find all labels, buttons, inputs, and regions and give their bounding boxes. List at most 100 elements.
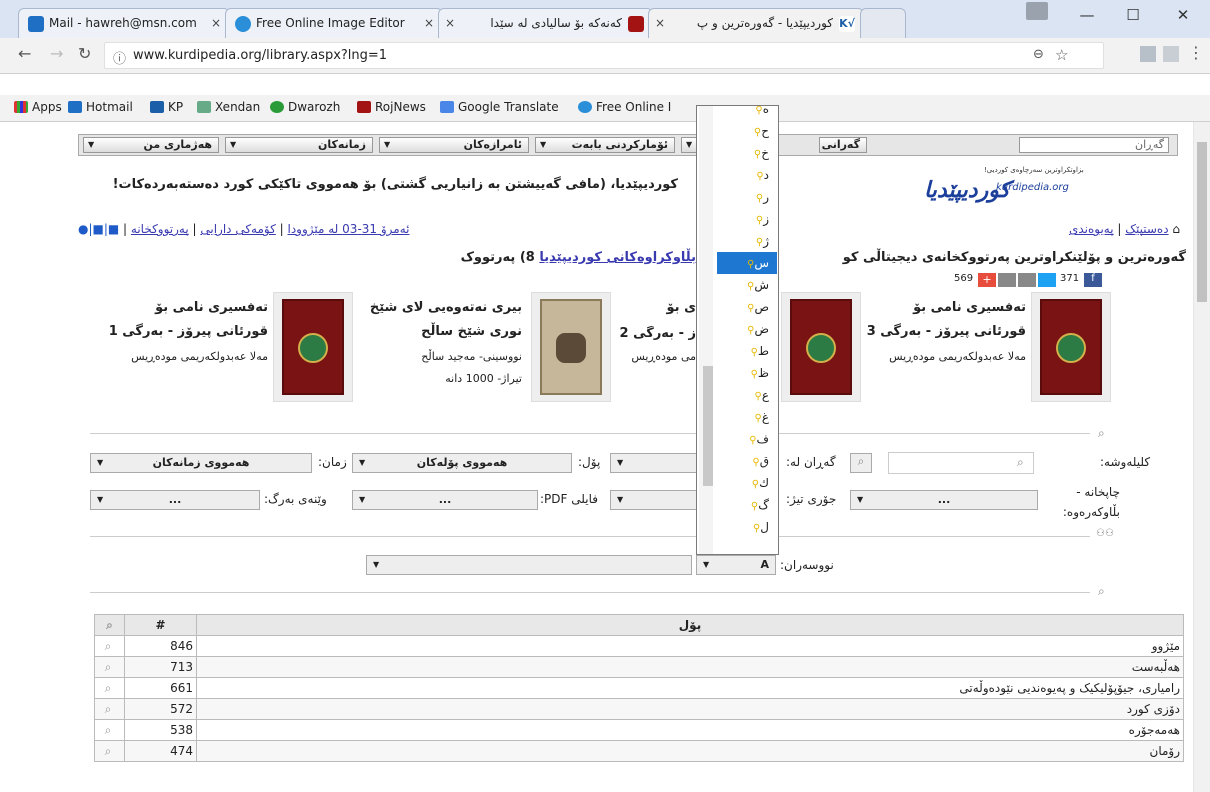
bookmark-dwarozh[interactable]: Dwarozh: [270, 100, 340, 114]
dropdown-option[interactable]: ل⚲: [717, 516, 777, 538]
dropdown-option[interactable]: ك⚲: [717, 472, 777, 494]
dropdown-option[interactable]: غ⚲: [717, 406, 777, 428]
reload-icon[interactable]: ↻: [78, 44, 91, 63]
site-logo[interactable]: بزاوتکراوترین سەرچاوەی کوردیی! کوردیپێدی…: [924, 166, 1178, 203]
close-icon[interactable]: ×: [445, 9, 455, 37]
tab-kurdipedia[interactable]: √K کوردیپێدیا - گەورەترین و پ ×: [648, 8, 864, 38]
close-icon[interactable]: ×: [424, 9, 434, 37]
table-row[interactable]: ⌕ 538 هەمەجۆرە: [94, 719, 1184, 741]
bookmark-hotmail[interactable]: Hotmail: [68, 100, 133, 114]
authors-select[interactable]: ▼: [366, 555, 692, 575]
dropdown-option[interactable]: گ⚲: [717, 494, 777, 516]
dropdown-option[interactable]: خ⚲: [717, 142, 777, 164]
dropdown-option[interactable]: ظ⚲: [717, 362, 777, 384]
page-scrollbar[interactable]: [1193, 122, 1210, 792]
search-in-select[interactable]: ▼: [610, 453, 698, 473]
tab-mail[interactable]: Mail - hawreh@msn.com ×: [18, 8, 230, 38]
dropdown-option[interactable]: ق⚲: [717, 450, 777, 472]
profile-icon[interactable]: [1026, 2, 1048, 20]
scrollbar-thumb[interactable]: [1197, 142, 1207, 302]
category-header[interactable]: پۆل: [196, 614, 1184, 636]
dropdown-option[interactable]: ە⚲: [717, 106, 777, 120]
dropdown-option[interactable]: ح⚲: [717, 120, 777, 142]
dropdown-option[interactable]: ض⚲: [717, 318, 777, 340]
close-icon[interactable]: ×: [211, 9, 221, 37]
new-tab-button[interactable]: [860, 8, 906, 38]
nav-today[interactable]: ئەمرۆ 31-03 لە مێژوودا: [288, 222, 410, 236]
close-window-button[interactable]: ✕: [1160, 0, 1206, 30]
category-select[interactable]: ▼ هەمووی پۆلەکان: [352, 453, 572, 473]
table-row[interactable]: ⌕ 474 رۆمان: [94, 740, 1184, 762]
bookmark-apps[interactable]: Apps: [14, 100, 62, 114]
share-icon[interactable]: +: [978, 273, 996, 287]
table-row[interactable]: ⌕ 846 مێژوو: [94, 635, 1184, 657]
book-title[interactable]: بیری نەتەوەیی لای شێخ نوری شێخ ساڵح: [362, 296, 522, 344]
dropdown-option[interactable]: ش⚲: [717, 274, 777, 296]
dropdown-option[interactable]: ط⚲: [717, 340, 777, 362]
dropdown-option[interactable]: س⚲: [717, 252, 777, 274]
back-icon[interactable]: ←: [18, 44, 31, 63]
book-title[interactable]: تەفسیری نامی بۆ قورئانی پیرۆز - بەرگی 3: [866, 296, 1026, 344]
menu-search[interactable]: گەرانی: [819, 137, 867, 153]
menu-tools[interactable]: ▼ ئامرازەکان: [379, 137, 529, 153]
zoom-icon[interactable]: ⊖: [1033, 47, 1044, 62]
maximize-button[interactable]: ☐: [1110, 0, 1156, 30]
dropdown-scrollbar[interactable]: [699, 106, 713, 554]
table-row[interactable]: ⌕ 661 رامیاری، جیۆپۆلیکیک و پەیوەندیی نێود…: [94, 677, 1184, 699]
tab-image-editor[interactable]: Free Online Image Editor ×: [225, 8, 443, 38]
dropdown-option[interactable]: ر⚲: [717, 186, 777, 208]
nav-contact[interactable]: پەیوەندی: [1069, 222, 1114, 236]
count-header[interactable]: #: [124, 614, 197, 636]
nav-home[interactable]: دەستپێک: [1125, 222, 1168, 236]
dropdown-option[interactable]: د⚲: [717, 164, 777, 186]
book-cover[interactable]: [781, 292, 861, 402]
menu-icon[interactable]: ⋮: [1188, 43, 1204, 62]
tab-rojnews[interactable]: کەنەکە بۆ سالیادی لە سێدا ×: [438, 8, 653, 38]
table-row[interactable]: ⌕ 713 هەڵبەست: [94, 656, 1184, 678]
dropdown-option[interactable]: ع⚲: [717, 384, 777, 406]
book-cover[interactable]: [273, 292, 353, 402]
star-icon[interactable]: ☆: [1055, 46, 1068, 64]
table-row[interactable]: ⌕ 572 دۆزی کورد: [94, 698, 1184, 720]
nav-donation[interactable]: کۆمەکی دارایی: [200, 222, 275, 236]
nav-library[interactable]: پەرتووکخانە: [131, 222, 189, 236]
search-button[interactable]: ⌕: [850, 453, 872, 473]
social-icons[interactable]: ■|■|●: [78, 222, 119, 236]
dropdown-option[interactable]: ف⚲: [717, 428, 777, 450]
extension-icon[interactable]: [1163, 46, 1179, 62]
authors-letter-select[interactable]: ▼ A: [696, 555, 776, 575]
dropdown-option[interactable]: ص⚲: [717, 296, 777, 318]
print-icon[interactable]: [998, 273, 1016, 287]
book-cover[interactable]: [531, 292, 611, 402]
cover-select[interactable]: ▼...: [90, 490, 260, 510]
bookmark-kp[interactable]: KP: [150, 100, 183, 114]
bookmark-free-online[interactable]: Free Online I: [578, 100, 671, 114]
speed-select[interactable]: ▼: [610, 490, 698, 510]
forward-icon[interactable]: →: [50, 44, 63, 63]
facebook-icon[interactable]: f: [1084, 273, 1102, 287]
book-title[interactable]: تەفسیری نامی بۆ قورئانی پیرۆز - بەرگی 1: [108, 296, 268, 344]
close-icon[interactable]: ×: [655, 9, 665, 37]
email-icon[interactable]: [1018, 273, 1036, 287]
letter-dropdown-list[interactable]: ە⚲ ح⚲ خ⚲ د⚲ ر⚲ ز⚲ ژ⚲ س⚲ ش⚲ ص⚲ ض⚲ ط⚲ ظ⚲ ع⚲ غ⚲ ف⚲ ق⚲ ك⚲ گ⚲ ل⚲: [696, 105, 779, 555]
keyword-input[interactable]: ⌕: [888, 452, 1034, 474]
dropdown-option[interactable]: ژ⚲: [717, 230, 777, 252]
printing-select[interactable]: ▼...: [850, 490, 1038, 510]
book-cover[interactable]: [1031, 292, 1111, 402]
bookmark-google-translate[interactable]: Google Translate: [440, 100, 559, 114]
bookmark-rojnews[interactable]: RojNews: [357, 100, 426, 114]
dropdown-option[interactable]: ز⚲: [717, 208, 777, 230]
menu-languages[interactable]: ▼ زمانەکان: [225, 137, 373, 153]
menu-register-item[interactable]: ▼ ئۆمارکردنی بابەت: [535, 137, 675, 153]
language-select[interactable]: ▼ هەمووی زمانەکان: [90, 453, 312, 473]
extension-icon[interactable]: [1140, 46, 1156, 62]
book-title[interactable]: ی بۆ: [614, 296, 696, 320]
url-bar[interactable]: ⓘ www.kurdipedia.org/library.aspx?lng=1 …: [104, 42, 1104, 69]
search-icon[interactable]: ⌕: [94, 614, 125, 636]
site-search-input[interactable]: گەڕان: [1019, 137, 1169, 153]
menu-my-account[interactable]: ▼ هەژماری من: [83, 137, 219, 153]
twitter-icon[interactable]: [1038, 273, 1056, 287]
bookmark-xendan[interactable]: Xendan: [197, 100, 260, 114]
pdf-select[interactable]: ▼...: [352, 490, 538, 510]
minimize-button[interactable]: —: [1064, 0, 1110, 30]
